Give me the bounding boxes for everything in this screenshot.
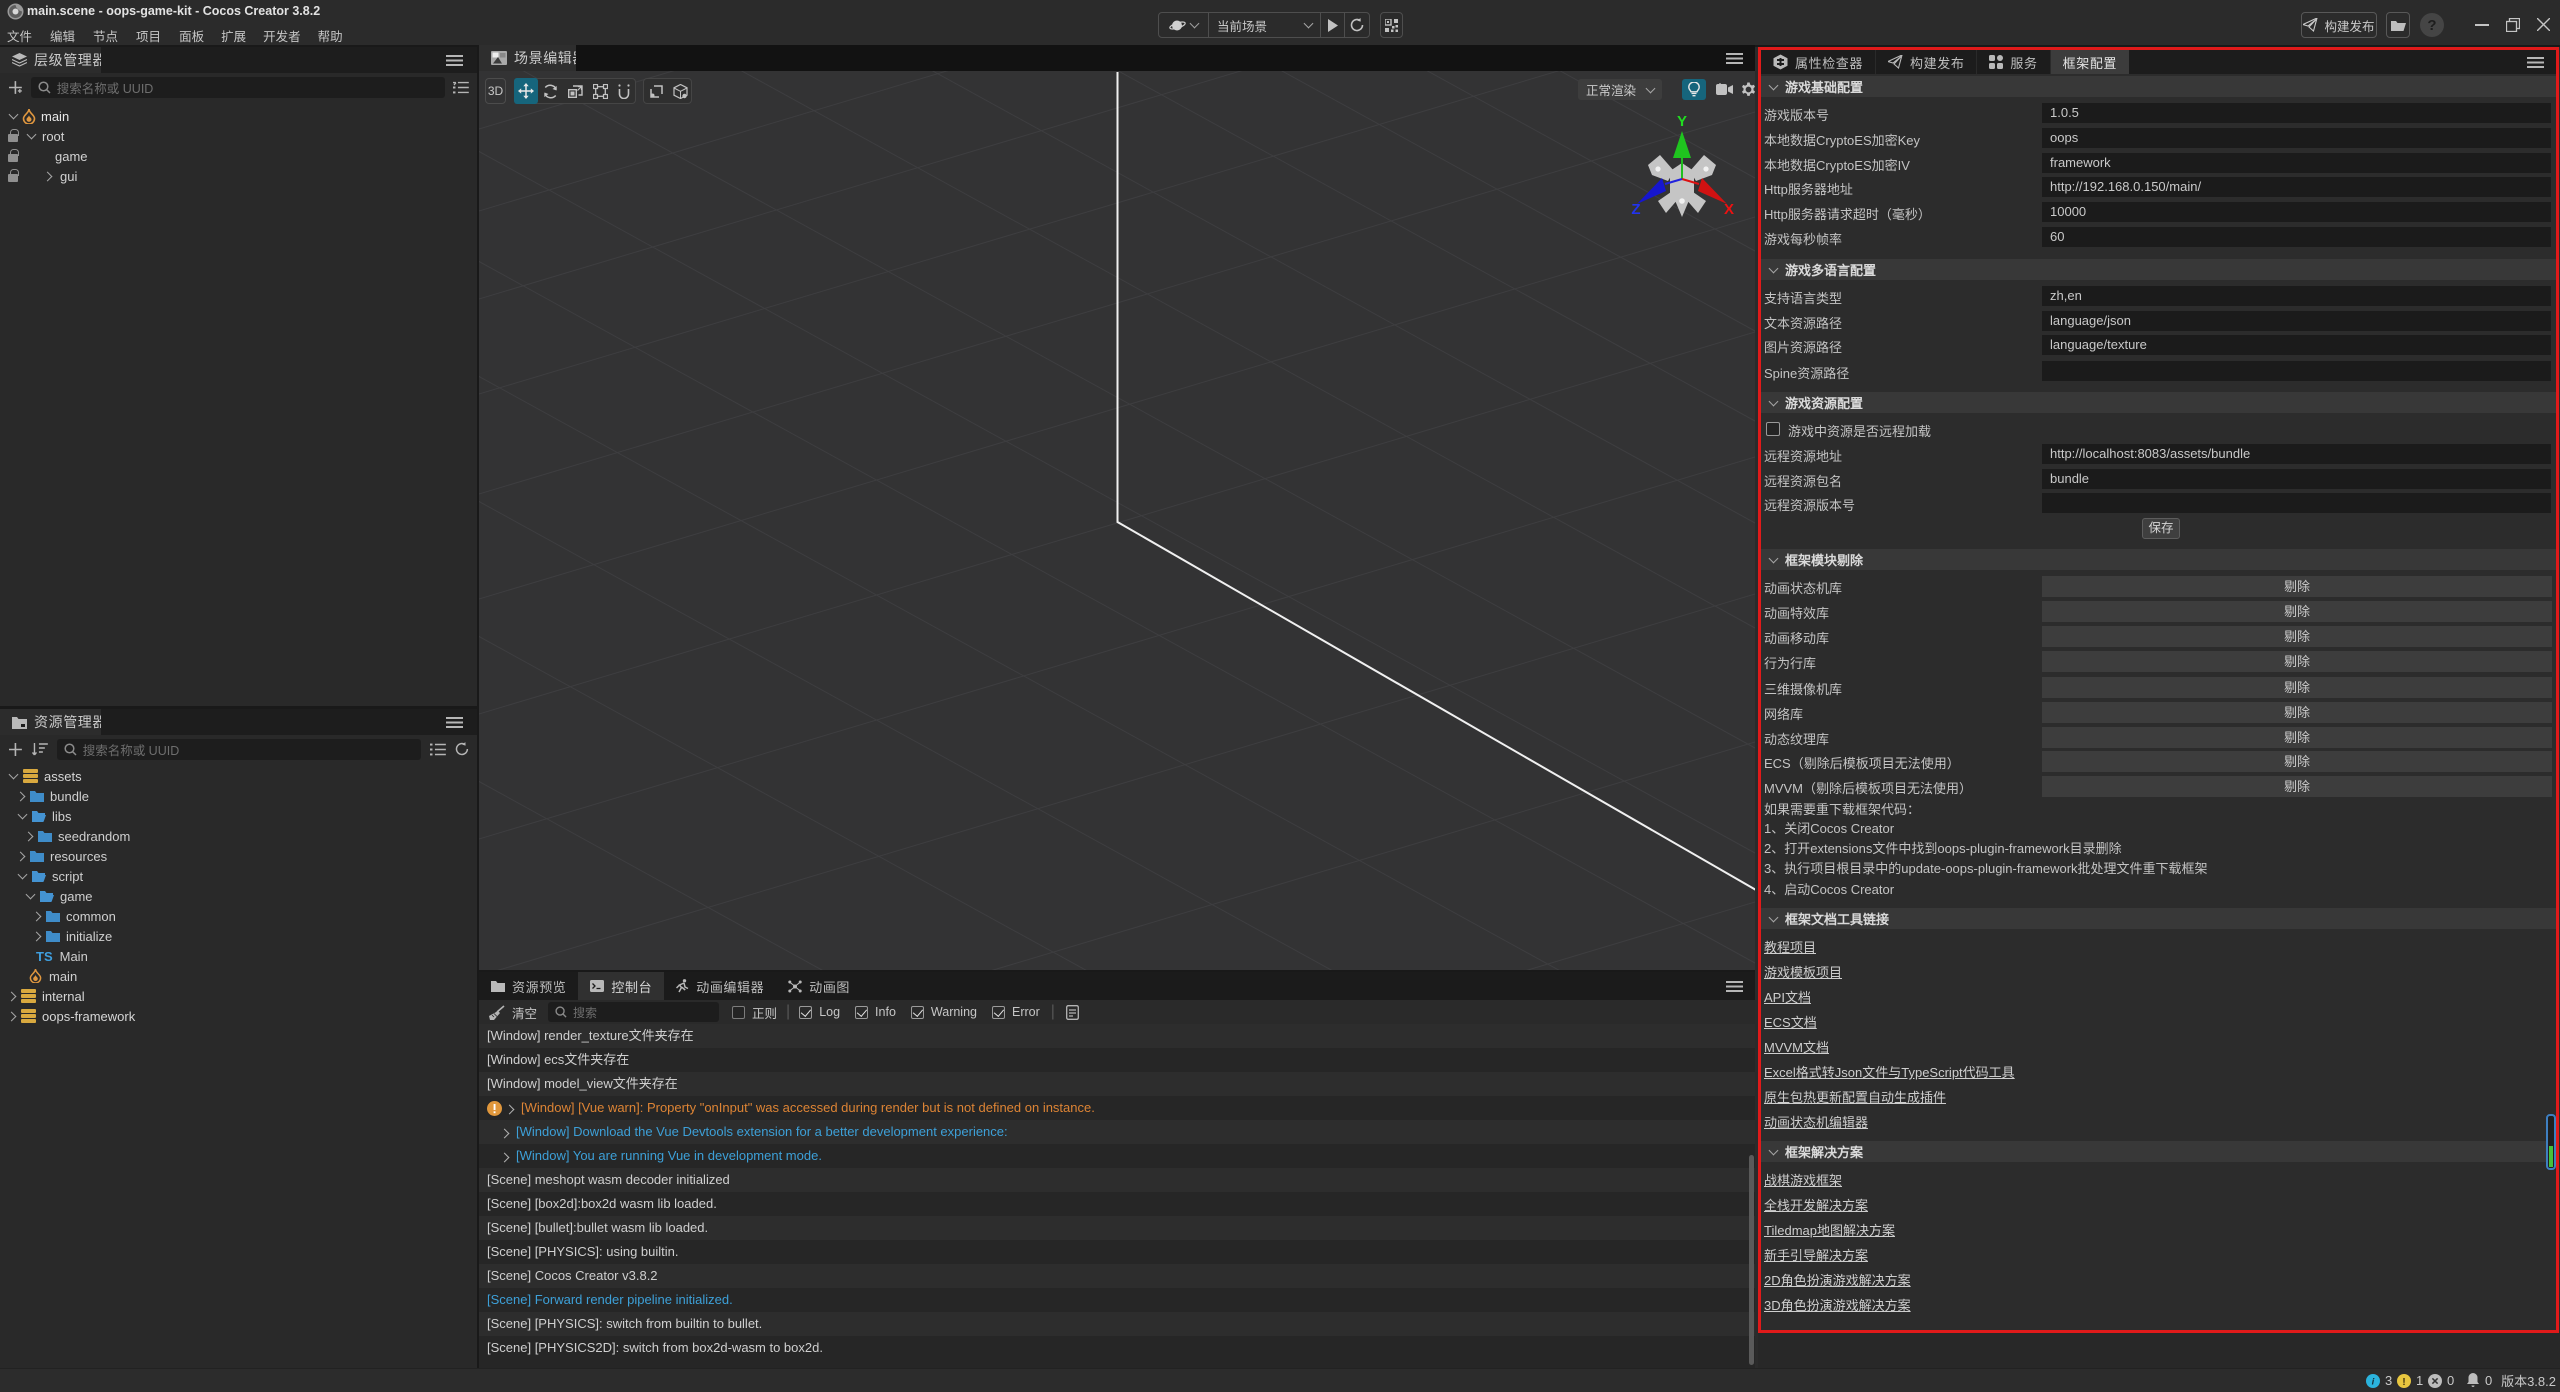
svg-text:i: i: [2372, 1376, 2375, 1387]
svg-text:Z: Z: [1631, 201, 1640, 218]
svg-text:!: !: [2402, 1375, 2406, 1387]
svg-text:X: X: [1724, 201, 1734, 218]
svg-text:Y: Y: [1677, 113, 1687, 130]
